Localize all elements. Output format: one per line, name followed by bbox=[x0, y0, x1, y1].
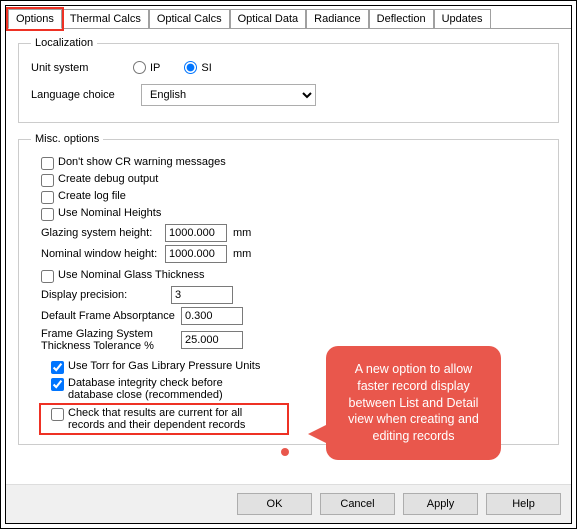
cancel-button[interactable]: Cancel bbox=[320, 493, 395, 515]
dialog-buttons: OK Cancel Apply Help bbox=[6, 484, 571, 523]
language-select[interactable]: English bbox=[141, 84, 316, 106]
help-button[interactable]: Help bbox=[486, 493, 561, 515]
thick-tol-input[interactable] bbox=[181, 331, 243, 349]
glazing-h-input[interactable] bbox=[165, 224, 227, 242]
radio-si-input[interactable] bbox=[184, 61, 197, 74]
tab-radiance[interactable]: Radiance bbox=[306, 9, 368, 28]
nominal-heights-check[interactable]: Use Nominal Heights bbox=[31, 207, 546, 221]
misc-legend: Misc. options bbox=[31, 133, 103, 145]
disp-prec-input[interactable] bbox=[171, 286, 233, 304]
radio-si[interactable]: SI bbox=[184, 61, 211, 74]
tab-optical-data[interactable]: Optical Data bbox=[230, 9, 307, 28]
check-results-check[interactable]: Check that results are current for all r… bbox=[41, 405, 287, 433]
apply-button[interactable]: Apply bbox=[403, 493, 478, 515]
tab-updates[interactable]: Updates bbox=[434, 9, 491, 28]
cr-warning-check[interactable]: Don't show CR warning messages bbox=[31, 156, 546, 170]
unit-system-label: Unit system bbox=[31, 62, 123, 74]
window-h-label: Nominal window height: bbox=[41, 248, 165, 260]
disp-prec-label: Display precision: bbox=[41, 289, 171, 301]
tab-options[interactable]: Options bbox=[8, 9, 62, 29]
nominal-glass-check[interactable]: Use Nominal Glass Thickness bbox=[31, 269, 546, 283]
tab-thermal[interactable]: Thermal Calcs bbox=[62, 9, 149, 28]
language-label: Language choice bbox=[31, 89, 141, 101]
ok-button[interactable]: OK bbox=[237, 493, 312, 515]
tab-strip: Options Thermal Calcs Optical Calcs Opti… bbox=[6, 6, 571, 29]
frame-abs-input[interactable] bbox=[181, 307, 243, 325]
window-h-input[interactable] bbox=[165, 245, 227, 263]
radio-ip-input[interactable] bbox=[133, 61, 146, 74]
annotation-pointer bbox=[281, 448, 289, 456]
localization-group: Localization Unit system IP SI Language … bbox=[18, 37, 559, 123]
logfile-check[interactable]: Create log file bbox=[31, 190, 546, 204]
annotation-callout: A new option to allow faster record disp… bbox=[326, 346, 501, 460]
thick-tol-label: Frame Glazing System Thickness Tolerance… bbox=[41, 328, 159, 352]
glazing-h-label: Glazing system height: bbox=[41, 227, 165, 239]
radio-ip[interactable]: IP bbox=[133, 61, 160, 74]
frame-abs-label: Default Frame Absorptance bbox=[41, 310, 181, 322]
debug-check[interactable]: Create debug output bbox=[31, 173, 546, 187]
tab-deflection[interactable]: Deflection bbox=[369, 9, 434, 28]
tab-optical-calcs[interactable]: Optical Calcs bbox=[149, 9, 230, 28]
localization-legend: Localization bbox=[31, 37, 97, 49]
